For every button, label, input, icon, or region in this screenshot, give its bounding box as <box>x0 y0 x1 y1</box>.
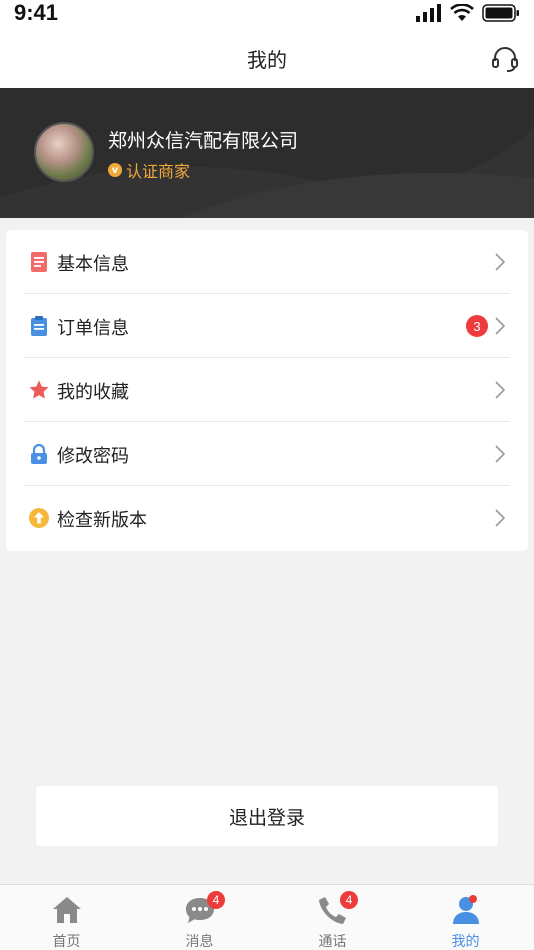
clipboard-icon <box>31 316 47 336</box>
certification: v 认证商家 <box>108 158 190 182</box>
menu-item-label: 我的收藏 <box>57 382 129 403</box>
battery-icon <box>482 4 519 22</box>
order-count-badge: 3 <box>466 315 488 337</box>
certification-label: 认证商家 <box>126 162 191 181</box>
chevron-right-icon <box>495 445 506 463</box>
nav-bar: 我的 <box>0 30 534 88</box>
status-icons <box>416 4 520 22</box>
menu-item-order-info[interactable]: 订单信息 3 <box>6 294 528 358</box>
menu-item-label: 检查新版本 <box>57 510 147 531</box>
notification-dot <box>469 895 477 903</box>
star-icon <box>29 380 49 399</box>
page-title: 我的 <box>247 48 287 72</box>
menu-item-label: 订单信息 <box>57 318 129 339</box>
menu-item-label: 基本信息 <box>57 254 129 275</box>
logout-button[interactable]: 退出登录 <box>36 786 498 846</box>
tab-label: 首页 <box>52 934 81 950</box>
company-name: 郑州众信汽配有限公司 <box>108 130 299 152</box>
chevron-right-icon <box>495 381 506 399</box>
tab-label: 我的 <box>451 934 480 950</box>
signal-icon <box>416 4 441 22</box>
tab-bar: 首页 4 消息 4 通话 我的 <box>0 884 534 950</box>
document-icon <box>31 252 47 272</box>
verified-badge-icon: v <box>108 163 122 177</box>
status-time: 9:41 <box>14 0 59 25</box>
chevron-right-icon <box>495 253 506 271</box>
chevron-right-icon <box>495 509 506 527</box>
tab-home[interactable]: 首页 <box>0 885 133 950</box>
tab-mine[interactable]: 我的 <box>399 885 532 950</box>
tab-label: 消息 <box>185 934 214 950</box>
wifi-icon <box>450 4 474 21</box>
avatar[interactable] <box>34 122 94 182</box>
menu-item-favorites[interactable]: 我的收藏 <box>6 358 528 422</box>
menu-item-change-password[interactable]: 修改密码 <box>6 422 528 486</box>
menu-item-basic-info[interactable]: 基本信息 <box>6 230 528 294</box>
profile-header: 郑州众信汽配有限公司 v 认证商家 <box>0 88 534 218</box>
home-icon <box>52 897 81 923</box>
lock-icon <box>31 443 47 464</box>
tab-messages[interactable]: 4 消息 <box>133 885 266 950</box>
user-icon <box>452 897 479 924</box>
menu-card: 基本信息 订单信息 3 我的收藏 修改密码 检查新版本 <box>6 230 528 551</box>
menu-item-label: 修改密码 <box>57 446 129 467</box>
chevron-right-icon <box>495 317 506 335</box>
headset-icon[interactable] <box>490 44 520 74</box>
upgrade-icon <box>29 508 49 528</box>
tab-label: 通话 <box>318 934 347 950</box>
call-count-badge: 4 <box>340 891 358 909</box>
tab-calls[interactable]: 4 通话 <box>266 885 399 950</box>
menu-item-check-update[interactable]: 检查新版本 <box>6 486 528 550</box>
status-bar: 9:41 <box>0 0 534 30</box>
message-count-badge: 4 <box>207 891 225 909</box>
